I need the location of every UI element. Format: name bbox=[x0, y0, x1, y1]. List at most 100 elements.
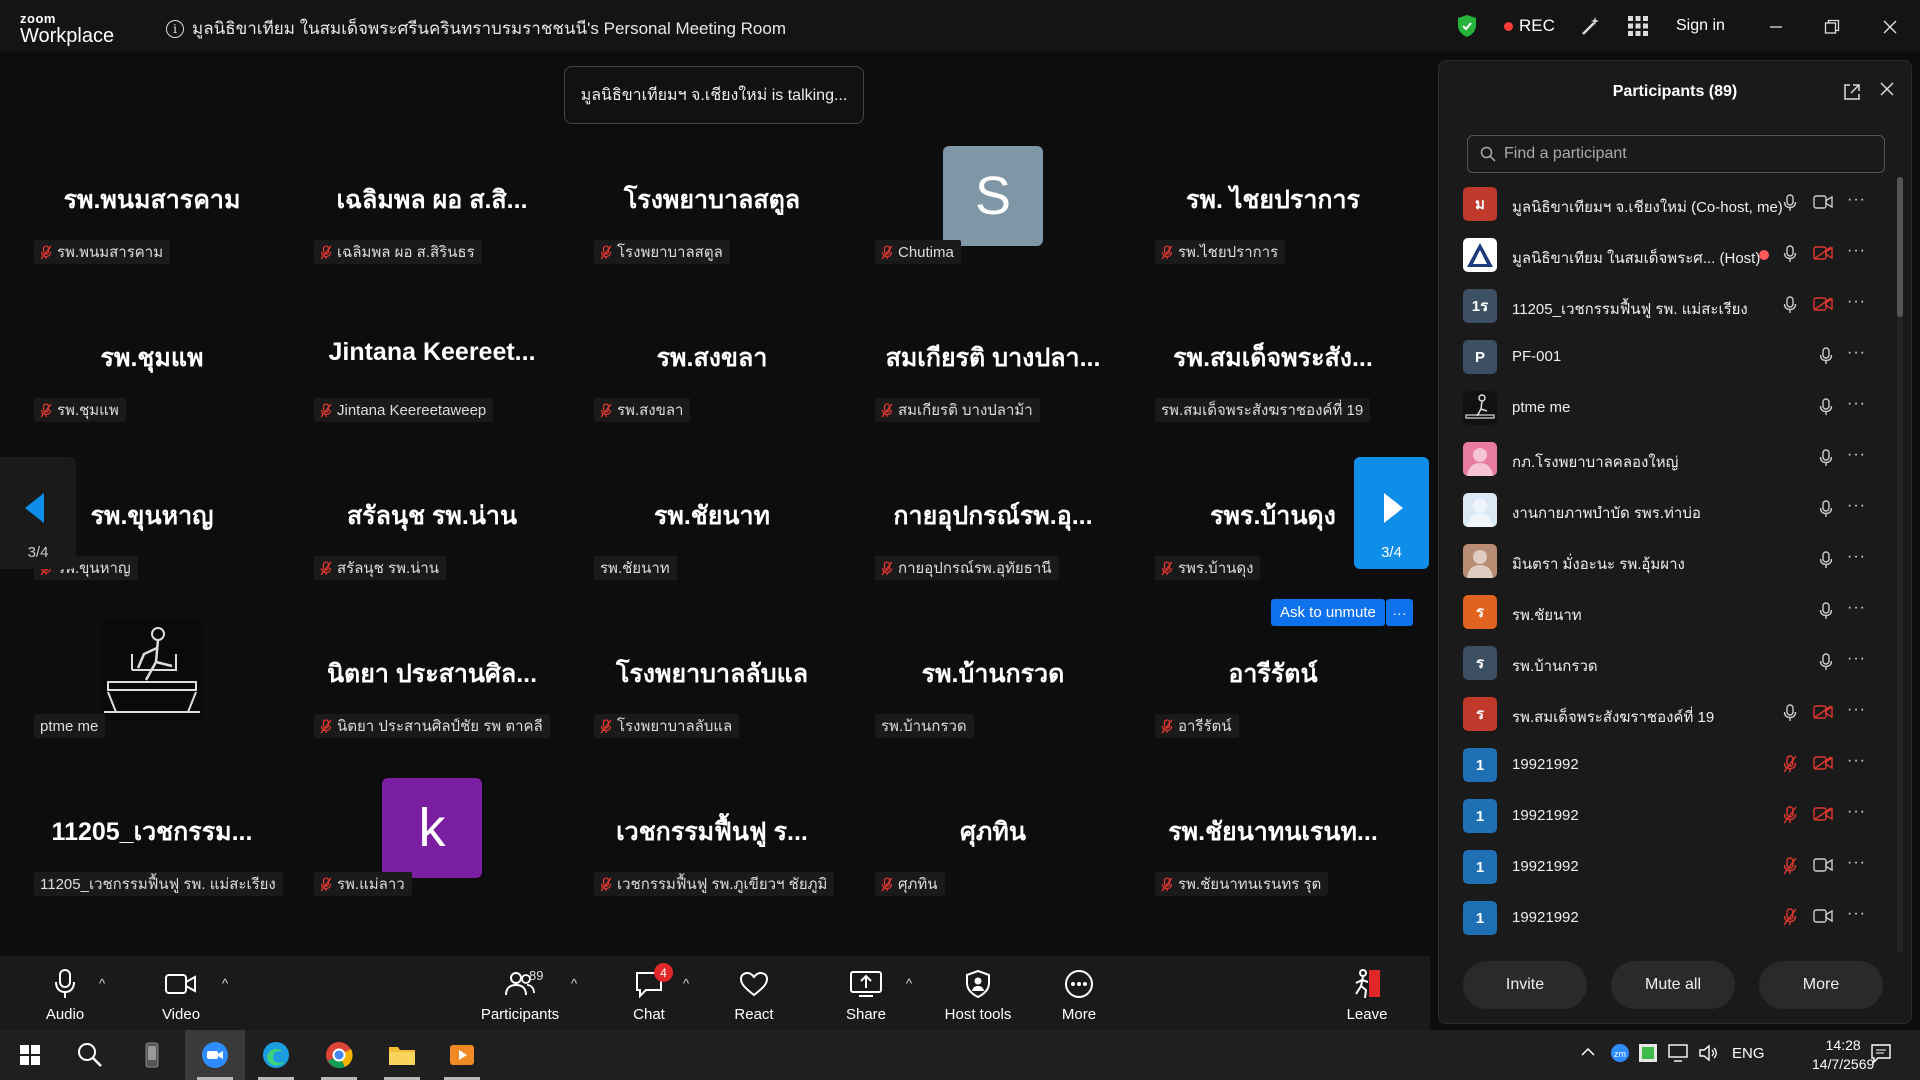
participant-more-icon[interactable]: ··· bbox=[1847, 905, 1866, 923]
participant-more-icon[interactable]: ··· bbox=[1847, 191, 1866, 209]
participant-row[interactable]: 1ร 11205_เวชกรรมฟื้นฟู รพ. แม่สะเรียง ··· bbox=[1439, 281, 1901, 332]
participant-row[interactable]: มินตรา มั่งอะนะ รพ.อุ้มผาง ··· bbox=[1439, 536, 1901, 587]
participant-tile[interactable]: 11205_เวชกรรม... 11205_เวชกรรมฟื้นฟู รพ. … bbox=[18, 778, 286, 928]
input-language-indicator[interactable]: ENG bbox=[1732, 1045, 1765, 1062]
camera-off-icon[interactable] bbox=[1813, 705, 1833, 724]
mic-icon[interactable] bbox=[1819, 398, 1833, 421]
participant-more-icon[interactable]: ··· bbox=[1847, 344, 1866, 362]
share-button[interactable]: Share bbox=[821, 968, 911, 1023]
host-tools-button[interactable]: Host tools bbox=[933, 968, 1023, 1023]
participant-row[interactable]: P PF-001 ··· bbox=[1439, 332, 1901, 383]
participant-tile[interactable]: รพ. ไชยปราการ รพ.ไชยปราการ bbox=[1139, 146, 1407, 296]
mic-muted-icon[interactable] bbox=[1783, 806, 1797, 829]
participant-row[interactable]: 1 19921992 ··· bbox=[1439, 791, 1901, 842]
participant-tile[interactable]: กายอุปกรณ์รพ.อุ... กายอุปกรณ์รพ.อุทัยธานี bbox=[859, 462, 1127, 612]
participant-tile[interactable]: รพ.ชัยนาทนเรนท... รพ.ชัยนาทนเรนทร รุต bbox=[1139, 778, 1407, 928]
mic-icon[interactable] bbox=[1819, 449, 1833, 472]
participant-more-icon[interactable]: ··· bbox=[1847, 395, 1866, 413]
mute-all-button[interactable]: Mute all bbox=[1611, 961, 1735, 1009]
participant-tile[interactable]: สมเกียรติ บางปลา... สมเกียรติ บางปลาม้า bbox=[859, 304, 1127, 454]
apps-grid-icon[interactable] bbox=[1628, 16, 1648, 41]
participant-search-input[interactable] bbox=[1504, 145, 1874, 163]
participant-tile[interactable]: อารีรัตน์ อารีรัตน์ bbox=[1139, 620, 1407, 770]
camera-icon[interactable] bbox=[1813, 909, 1833, 928]
panel-more-button[interactable]: More bbox=[1759, 961, 1883, 1009]
mic-muted-icon[interactable] bbox=[1783, 857, 1797, 880]
mic-muted-icon[interactable] bbox=[1783, 755, 1797, 778]
restore-icon[interactable] bbox=[1812, 10, 1852, 44]
participant-row[interactable]: ม มูลนิธิขาเทียมฯ จ.เชียงใหม่ (Co-host, m… bbox=[1439, 179, 1901, 230]
participant-more-icon[interactable]: ··· bbox=[1847, 497, 1866, 515]
participant-more-icon[interactable]: ··· bbox=[1847, 446, 1866, 464]
participant-more-icon[interactable]: ··· bbox=[1847, 803, 1866, 821]
mic-icon[interactable] bbox=[1819, 551, 1833, 574]
participant-tile[interactable]: รพ.บ้านกรวด รพ.บ้านกรวด bbox=[859, 620, 1127, 770]
share-options-caret-icon[interactable]: ^ bbox=[906, 976, 912, 991]
participant-tile[interactable]: เวชกรรมฟื้นฟู ร... เวชกรรมฟื้นฟู รพ.ภูเขี… bbox=[578, 778, 846, 928]
participant-row[interactable]: 1 19921992 ··· bbox=[1439, 842, 1901, 893]
participants-options-caret-icon[interactable]: ^ bbox=[571, 976, 577, 991]
participant-row[interactable]: กภ.โรงพยาบาลคลองใหญ่ ··· bbox=[1439, 434, 1901, 485]
notifications-icon[interactable] bbox=[1870, 1042, 1892, 1068]
participant-row[interactable]: มูลนิธิขาเทียม ในสมเด็จพระศ... (Host) ··· bbox=[1439, 230, 1901, 281]
tray-chevron-icon[interactable] bbox=[1580, 1044, 1596, 1064]
audio-options-caret-icon[interactable]: ^ bbox=[99, 976, 105, 991]
pop-out-icon[interactable] bbox=[1843, 83, 1861, 106]
mic-icon[interactable] bbox=[1819, 347, 1833, 370]
participant-row[interactable]: ptme me ··· bbox=[1439, 383, 1901, 434]
invite-button[interactable]: Invite bbox=[1463, 961, 1587, 1009]
audio-button[interactable]: Audio bbox=[20, 968, 110, 1023]
network-icon[interactable] bbox=[1668, 1043, 1690, 1067]
camera-off-icon[interactable] bbox=[1813, 246, 1833, 265]
participant-more-icon[interactable]: ··· bbox=[1847, 599, 1866, 617]
participant-row[interactable]: ร รพ.บ้านกรวด ··· bbox=[1439, 638, 1901, 689]
info-icon[interactable]: i bbox=[166, 19, 184, 38]
participant-search[interactable] bbox=[1467, 135, 1885, 173]
camera-off-icon[interactable] bbox=[1813, 756, 1833, 775]
participant-tile[interactable]: รพ.สมเด็จพระสัง... รพ.สมเด็จพระสังฆราชองค… bbox=[1139, 304, 1407, 454]
mic-icon[interactable] bbox=[1783, 704, 1797, 727]
participant-tile[interactable]: k รพ.แม่ลาว bbox=[298, 778, 566, 928]
chat-button[interactable]: 4 Chat bbox=[604, 963, 694, 1023]
close-icon[interactable] bbox=[1870, 10, 1910, 44]
volume-icon[interactable] bbox=[1698, 1043, 1720, 1067]
participant-row[interactable]: ร รพ.ชัยนาท ··· bbox=[1439, 587, 1901, 638]
mic-icon[interactable] bbox=[1819, 653, 1833, 676]
tray-zoom-icon[interactable]: zm bbox=[1610, 1043, 1630, 1067]
camera-off-icon[interactable] bbox=[1813, 297, 1833, 316]
participant-tile[interactable]: เฉลิมพล ผอ ส.สิ... เฉลิมพล ผอ ส.สิรินธร bbox=[298, 146, 566, 296]
participant-row[interactable]: งานกายภาพบำบัด รพร.ท่าบ่อ ··· bbox=[1439, 485, 1901, 536]
participant-more-icon[interactable]: ··· bbox=[1847, 548, 1866, 566]
shield-icon[interactable] bbox=[1456, 14, 1478, 43]
participant-tile[interactable]: ptme me bbox=[18, 620, 286, 770]
video-button[interactable]: Video bbox=[136, 968, 226, 1023]
camera-icon[interactable] bbox=[1813, 195, 1833, 214]
participant-row[interactable]: ร รพ.สมเด็จพระสังฆราชองค์ที่ 19 ··· bbox=[1439, 689, 1901, 740]
taskbar-clock[interactable]: 14:28 14/7/2569 bbox=[1812, 1036, 1874, 1074]
participant-tile[interactable]: สรัลนุช รพ.น่าน สรัลนุช รพ.น่าน bbox=[298, 462, 566, 612]
taskbar-app-edge[interactable] bbox=[246, 1030, 306, 1080]
mic-icon[interactable] bbox=[1819, 602, 1833, 625]
taskbar-app-media[interactable] bbox=[432, 1030, 492, 1080]
mic-icon[interactable] bbox=[1783, 245, 1797, 268]
tray-line-icon[interactable] bbox=[1638, 1043, 1658, 1067]
participant-more-icon[interactable]: ··· bbox=[1847, 854, 1866, 872]
participant-more-icon[interactable]: ··· bbox=[1847, 752, 1866, 770]
taskbar-search-button[interactable] bbox=[60, 1030, 120, 1080]
participant-more-icon[interactable]: ··· bbox=[1847, 242, 1866, 260]
mic-icon[interactable] bbox=[1783, 296, 1797, 319]
taskbar-app-file-explorer[interactable] bbox=[372, 1030, 432, 1080]
participant-row[interactable]: 1 19921992 ··· bbox=[1439, 740, 1901, 791]
minimize-icon[interactable] bbox=[1756, 10, 1796, 44]
participant-more-icon[interactable]: ··· bbox=[1847, 701, 1866, 719]
more-button[interactable]: More bbox=[1034, 968, 1124, 1023]
next-page-button[interactable]: 3/4 bbox=[1354, 457, 1429, 569]
participant-tile[interactable]: นิตยา ประสานศิล... นิตยา ประสานศิลป์ชัย ร… bbox=[298, 620, 566, 770]
camera-icon[interactable] bbox=[1813, 858, 1833, 877]
participant-tile[interactable]: โรงพยาบาลลับแล โรงพยาบาลลับแล bbox=[578, 620, 846, 770]
participant-more-icon[interactable]: ··· bbox=[1847, 293, 1866, 311]
scrollbar-thumb[interactable] bbox=[1897, 177, 1903, 317]
ask-to-unmute-button[interactable]: Ask to unmute bbox=[1271, 599, 1385, 626]
chat-options-caret-icon[interactable]: ^ bbox=[683, 976, 689, 991]
tile-more-button[interactable]: ··· bbox=[1386, 599, 1413, 626]
